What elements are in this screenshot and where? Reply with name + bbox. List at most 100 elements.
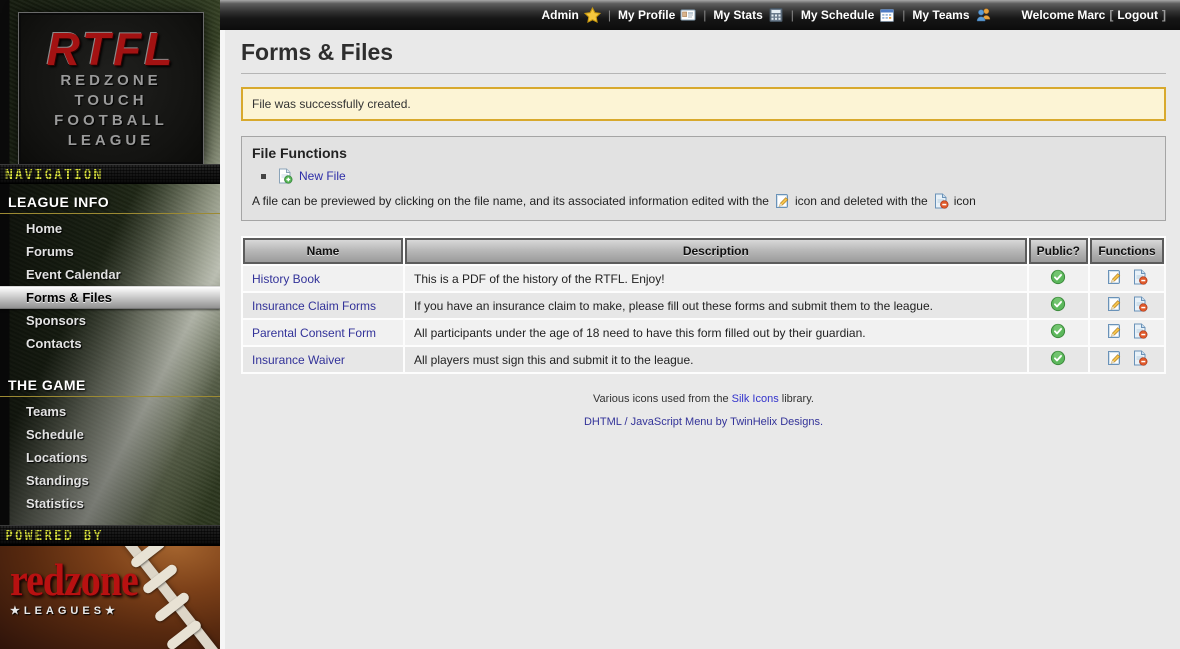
- topbar-item-my-teams[interactable]: My Teams: [912, 7, 991, 23]
- separator: |: [791, 8, 794, 22]
- sidebar-section-league-info: LEAGUE INFO HomeForumsEvent CalendarForms…: [0, 186, 220, 355]
- redzone-logo-subtext: ★LEAGUES★: [10, 604, 138, 617]
- logout-bracket: [: [1109, 8, 1113, 22]
- page-delete-icon: [1132, 296, 1148, 312]
- column-header-public: Public?: [1029, 238, 1088, 264]
- page-add-icon: [277, 168, 293, 184]
- help-text: icon: [954, 194, 976, 208]
- sidebar-item-forms-files[interactable]: Forms & Files: [0, 286, 220, 309]
- table-row: History Book This is a PDF of the history…: [243, 266, 1164, 291]
- sidebar-item-contacts[interactable]: Contacts: [0, 332, 220, 355]
- star-icon: [584, 7, 601, 24]
- file-functions-cell: [1090, 320, 1164, 345]
- edit-file-button[interactable]: [1101, 328, 1127, 342]
- accept-icon: [1050, 296, 1066, 312]
- file-public-cell: [1029, 347, 1088, 372]
- file-public-cell: [1029, 320, 1088, 345]
- edit-file-button[interactable]: [1101, 355, 1127, 369]
- vcard-icon: [680, 7, 696, 23]
- page-delete-icon: [1132, 269, 1148, 285]
- sidebar-item-home[interactable]: Home: [0, 217, 220, 240]
- table-row: Parental Consent Form All participants un…: [243, 320, 1164, 345]
- calculator-icon: [768, 7, 784, 23]
- page-title: Forms & Files: [241, 39, 1166, 66]
- separator: |: [608, 8, 611, 22]
- sidebar-item-schedule[interactable]: Schedule: [0, 423, 220, 446]
- file-functions-help: A file can be previewed by clicking on t…: [252, 193, 1155, 209]
- sidebar-item-standings[interactable]: Standings: [0, 469, 220, 492]
- new-file-link[interactable]: New File: [299, 169, 346, 183]
- file-functions-title: File Functions: [252, 145, 1155, 161]
- file-name-cell: Insurance Waiver: [243, 347, 403, 372]
- sidebar-section-title: THE GAME: [0, 369, 220, 397]
- delete-file-button[interactable]: [1127, 355, 1153, 369]
- topbar-item-my-schedule[interactable]: My Schedule: [801, 7, 895, 23]
- file-functions-cell: [1090, 293, 1164, 318]
- file-name-link[interactable]: History Book: [252, 272, 320, 286]
- file-name-link[interactable]: Insurance Claim Forms: [252, 299, 376, 313]
- credit-text: by TwinHelix Designs.: [716, 416, 823, 428]
- topbar-item-label: My Profile: [618, 8, 675, 22]
- sidebar-section-title: LEAGUE INFO: [0, 186, 220, 214]
- sidebar-item-statistics[interactable]: Statistics: [0, 492, 220, 515]
- bullet-icon: [261, 174, 266, 179]
- sidebar-nav: LEAGUE INFO HomeForumsEvent CalendarForms…: [0, 184, 220, 525]
- column-header-description: Description: [405, 238, 1027, 264]
- file-name-link[interactable]: Parental Consent Form: [252, 326, 376, 340]
- league-logo-line: FOOTBALL: [54, 111, 168, 131]
- files-table: Name Description Public? Functions Histo…: [241, 236, 1166, 374]
- silk-icons-link[interactable]: Silk Icons: [732, 393, 779, 405]
- accept-icon: [1050, 323, 1066, 339]
- accept-icon: [1050, 269, 1066, 285]
- file-functions-cell: [1090, 266, 1164, 291]
- page-edit-icon: [1106, 296, 1122, 312]
- success-message: File was successfully created.: [241, 87, 1166, 121]
- file-description-cell: All participants under the age of 18 nee…: [405, 320, 1027, 345]
- sidebar-item-locations[interactable]: Locations: [0, 446, 220, 469]
- football-lace: [141, 563, 179, 596]
- logout-link[interactable]: Logout: [1117, 8, 1158, 22]
- file-public-cell: [1029, 266, 1088, 291]
- sidebar: RTFL REDZONE TOUCH FOOTBALL LEAGUE NAVIG…: [0, 0, 220, 649]
- file-public-cell: [1029, 293, 1088, 318]
- topbar-item-admin[interactable]: Admin: [541, 7, 600, 24]
- file-name-cell: Insurance Claim Forms: [243, 293, 403, 318]
- file-name-cell: Parental Consent Form: [243, 320, 403, 345]
- sidebar-item-sponsors[interactable]: Sponsors: [0, 309, 220, 332]
- sidebar-item-forums[interactable]: Forums: [0, 240, 220, 263]
- file-functions-cell: [1090, 347, 1164, 372]
- delete-file-button[interactable]: [1127, 274, 1153, 288]
- group-icon: [975, 7, 992, 23]
- sidebar-item-teams[interactable]: Teams: [0, 400, 220, 423]
- column-header-functions: Functions: [1090, 238, 1164, 264]
- file-functions-panel: File Functions New File A file can be pr…: [241, 136, 1166, 221]
- league-logo-line: REDZONE: [60, 71, 161, 91]
- edit-file-button[interactable]: [1101, 274, 1127, 288]
- calendar-icon: [879, 7, 895, 23]
- league-logo-line: TOUCH: [74, 91, 147, 111]
- file-description-cell: This is a PDF of the history of the RTFL…: [405, 266, 1027, 291]
- topbar-item-my-stats[interactable]: My Stats: [713, 7, 783, 23]
- topbar: Admin|My Profile|My Stats|My Schedule|My…: [220, 0, 1180, 30]
- topbar-item-label: My Teams: [912, 8, 969, 22]
- welcome-user-label: Welcome Marc: [1022, 8, 1106, 22]
- topbar-item-label: My Stats: [713, 8, 762, 22]
- file-name-link[interactable]: Insurance Waiver: [252, 353, 345, 367]
- topbar-item-my-profile[interactable]: My Profile: [618, 7, 696, 23]
- twinhelix-menu-link[interactable]: DHTML / JavaScript Menu: [584, 416, 713, 428]
- edit-file-button[interactable]: [1101, 301, 1127, 315]
- delete-file-button[interactable]: [1127, 301, 1153, 315]
- separator: |: [902, 8, 905, 22]
- page-edit-icon: [1106, 269, 1122, 285]
- topbar-item-label: Admin: [541, 8, 578, 22]
- page-delete-icon: [933, 193, 949, 209]
- topbar-item-label: My Schedule: [801, 8, 874, 22]
- column-header-name: Name: [243, 238, 403, 264]
- sidebar-item-event-calendar[interactable]: Event Calendar: [0, 263, 220, 286]
- file-description-cell: If you have an insurance claim to make, …: [405, 293, 1027, 318]
- help-text: A file can be previewed by clicking on t…: [252, 194, 769, 208]
- redzone-logo-text: redzone: [10, 558, 138, 602]
- topbar-menu: Admin|My Profile|My Stats|My Schedule|My…: [539, 7, 993, 24]
- delete-file-button[interactable]: [1127, 328, 1153, 342]
- football-lace: [165, 619, 203, 649]
